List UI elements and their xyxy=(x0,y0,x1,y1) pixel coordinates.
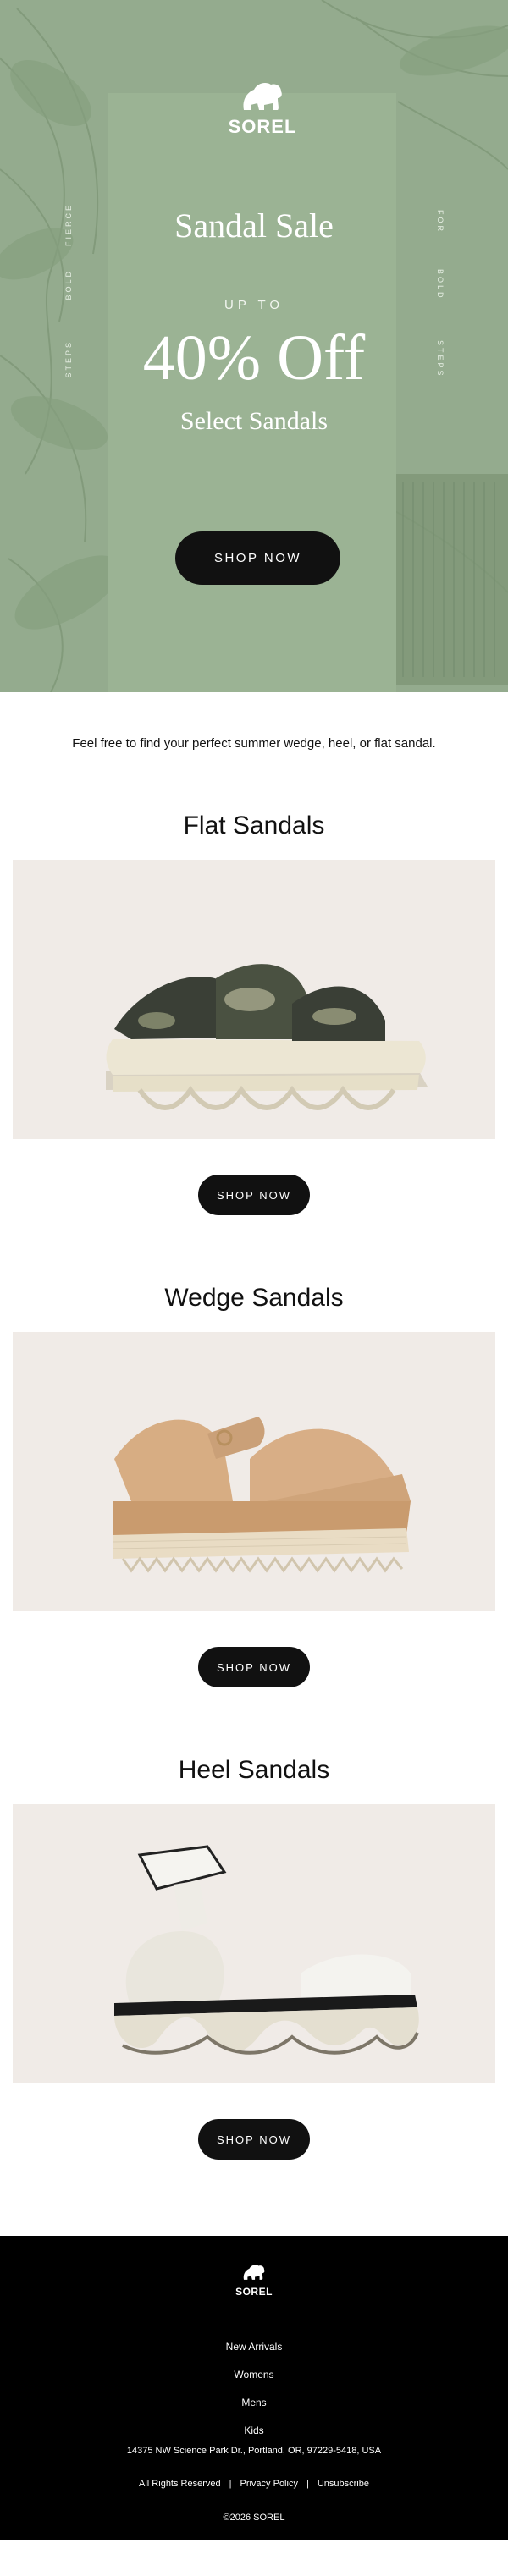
wedge-shop-now-button[interactable]: SHOP NOW xyxy=(198,1647,310,1687)
hero-upto: UP TO xyxy=(224,298,284,312)
sorel-logo[interactable]: SOREL xyxy=(220,76,305,138)
footer-link-womens[interactable]: Womens xyxy=(0,2361,508,2389)
footer-logo[interactable]: SOREL xyxy=(229,2261,279,2298)
footer-brand-wordmark: SOREL xyxy=(235,2286,273,2298)
vertical-text-right-1: FOR xyxy=(436,210,444,234)
flat-shop-now-button[interactable]: SHOP NOW xyxy=(198,1175,310,1215)
product-image-heel-sandal[interactable] xyxy=(13,1804,495,2083)
hero-shop-now-button[interactable]: SHOP NOW xyxy=(175,531,340,585)
vertical-text-left-1: FIERCE xyxy=(64,203,73,247)
hero-discount: 40% Off xyxy=(142,322,366,394)
product-section-wedge: Wedge Sandals SHOP NOW xyxy=(0,1281,508,1753)
product-section-heel: Heel Sandals SHOP NOW xyxy=(0,1753,508,2236)
product-section-flat: Flat Sandals SHOP NOW xyxy=(0,809,508,1281)
wedge-sandal-illustration xyxy=(112,1417,411,1573)
polar-bear-icon xyxy=(243,2265,265,2280)
product-image-flat-sandal[interactable] xyxy=(13,860,495,1139)
footer-link-kids[interactable]: Kids xyxy=(0,2417,508,2445)
heel-sandal-illustration xyxy=(114,1845,419,2055)
vertical-text-left-2: BOLD xyxy=(64,269,73,300)
section-title: Heel Sandals xyxy=(178,1756,330,1784)
flat-sandal-illustration xyxy=(106,964,428,1110)
footer-unsubscribe-link[interactable]: Unsubscribe xyxy=(318,2479,369,2489)
footer-legal: All Rights Reserved | Privacy Policy | Unsub… xyxy=(139,2479,369,2489)
hero-subtitle: Select Sandals xyxy=(179,407,329,435)
hero-banner[interactable]: SOREL Sandal Sale FIERCE BOLD STEPS FOR … xyxy=(0,0,508,692)
section-title: Wedge Sandals xyxy=(164,1284,344,1312)
polar-bear-icon xyxy=(243,83,282,110)
footer: SOREL New Arrivals Womens Mens Kids 1437… xyxy=(0,2236,508,2540)
hero-title: Sandal Sale xyxy=(174,206,334,245)
footer-address: 14375 NW Science Park Dr., Portland, OR,… xyxy=(126,2446,382,2456)
section-title: Flat Sandals xyxy=(183,812,325,839)
intro-text: Feel free to find your perfect summer we… xyxy=(72,736,436,751)
footer-link-mens[interactable]: Mens xyxy=(0,2389,508,2417)
product-image-wedge-sandal[interactable] xyxy=(13,1332,495,1611)
footer-copyright: ©2026 SOREL xyxy=(223,2513,285,2523)
footer-links: New Arrivals Womens Mens Kids xyxy=(0,2333,508,2445)
footer-privacy-link[interactable]: Privacy Policy xyxy=(240,2479,297,2489)
footer-link-new-arrivals[interactable]: New Arrivals xyxy=(0,2333,508,2361)
vertical-text-right-2: BOLD xyxy=(436,269,444,300)
brand-wordmark: SOREL xyxy=(228,116,297,137)
footer-rights: All Rights Reserved xyxy=(139,2479,221,2489)
heel-shop-now-button[interactable]: SHOP NOW xyxy=(198,2119,310,2160)
